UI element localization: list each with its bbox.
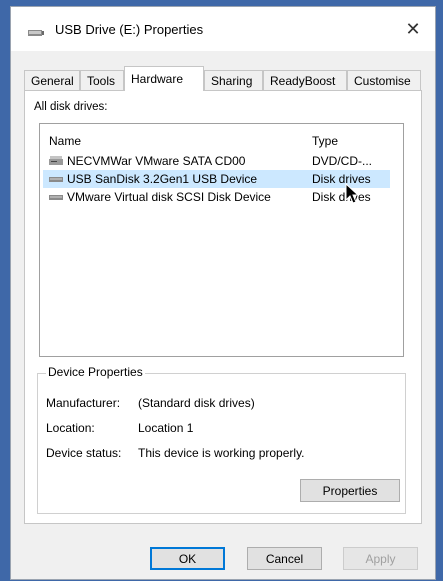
column-header-type[interactable]: Type [312, 134, 338, 148]
optical-drive-icon [49, 156, 63, 165]
tab-customise[interactable]: Customise [347, 70, 421, 90]
properties-button[interactable]: Properties [300, 479, 400, 502]
drive-name: NECVMWar VMware SATA CD00 [67, 154, 246, 168]
tab-readyboost[interactable]: ReadyBoost [263, 70, 347, 90]
usb-drive-icon [28, 30, 44, 36]
manufacturer-row: Manufacturer: (Standard disk drives) [46, 396, 255, 410]
window-title: USB Drive (E:) Properties [55, 22, 204, 37]
device-status-row: Device status: This device is working pro… [46, 446, 305, 460]
list-header: Name Type [40, 130, 403, 150]
disk-drive-icon [49, 195, 63, 200]
list-item[interactable]: NECVMWar VMware SATA CD00 DVD/CD-... [43, 152, 390, 170]
device-properties-group: Device Properties Manufacturer: (Standard… [37, 365, 406, 514]
list-item-selected[interactable]: USB SanDisk 3.2Gen1 USB Device Disk driv… [43, 170, 390, 188]
column-header-name[interactable]: Name [49, 134, 81, 148]
location-value: Location 1 [138, 421, 194, 435]
drive-type: DVD/CD-... [312, 154, 372, 168]
drive-name: USB SanDisk 3.2Gen1 USB Device [67, 172, 258, 186]
manufacturer-value: (Standard disk drives) [138, 396, 255, 410]
mouse-pointer-icon [345, 183, 359, 204]
disk-drive-icon [49, 177, 63, 182]
disk-drives-list[interactable]: Name Type NECVMWar VMware SATA CD00 DVD/… [39, 123, 404, 357]
ok-button[interactable]: OK [150, 547, 225, 570]
close-icon: ✕ [405, 18, 421, 39]
title-bar[interactable]: USB Drive (E:) Properties ✕ [11, 7, 435, 51]
location-label: Location: [46, 421, 95, 435]
manufacturer-label: Manufacturer: [46, 396, 121, 410]
apply-button: Apply [343, 547, 418, 570]
device-properties-title: Device Properties [46, 365, 145, 379]
tab-hardware[interactable]: Hardware [124, 66, 204, 91]
drive-type: Disk drives [312, 190, 371, 204]
drive-type: Disk drives [312, 172, 371, 186]
hardware-panel: All disk drives: Name Type NECVMWar VMwa… [24, 90, 422, 524]
location-row: Location: Location 1 [46, 421, 193, 435]
close-button[interactable]: ✕ [391, 7, 435, 51]
drive-name: VMware Virtual disk SCSI Disk Device [67, 190, 271, 204]
properties-dialog: USB Drive (E:) Properties ✕ General Tool… [10, 6, 436, 580]
device-status-label: Device status: [46, 446, 122, 460]
tab-sharing[interactable]: Sharing [204, 70, 263, 90]
tab-general[interactable]: General [24, 70, 80, 90]
tab-tools[interactable]: Tools [80, 70, 124, 90]
tab-strip: General Tools Hardware Sharing ReadyBoos… [24, 66, 425, 91]
cancel-button[interactable]: Cancel [247, 547, 322, 570]
list-item[interactable]: VMware Virtual disk SCSI Disk Device Dis… [43, 188, 390, 206]
all-disk-drives-label: All disk drives: [34, 101, 108, 113]
device-status-value: This device is working properly. [138, 446, 305, 460]
